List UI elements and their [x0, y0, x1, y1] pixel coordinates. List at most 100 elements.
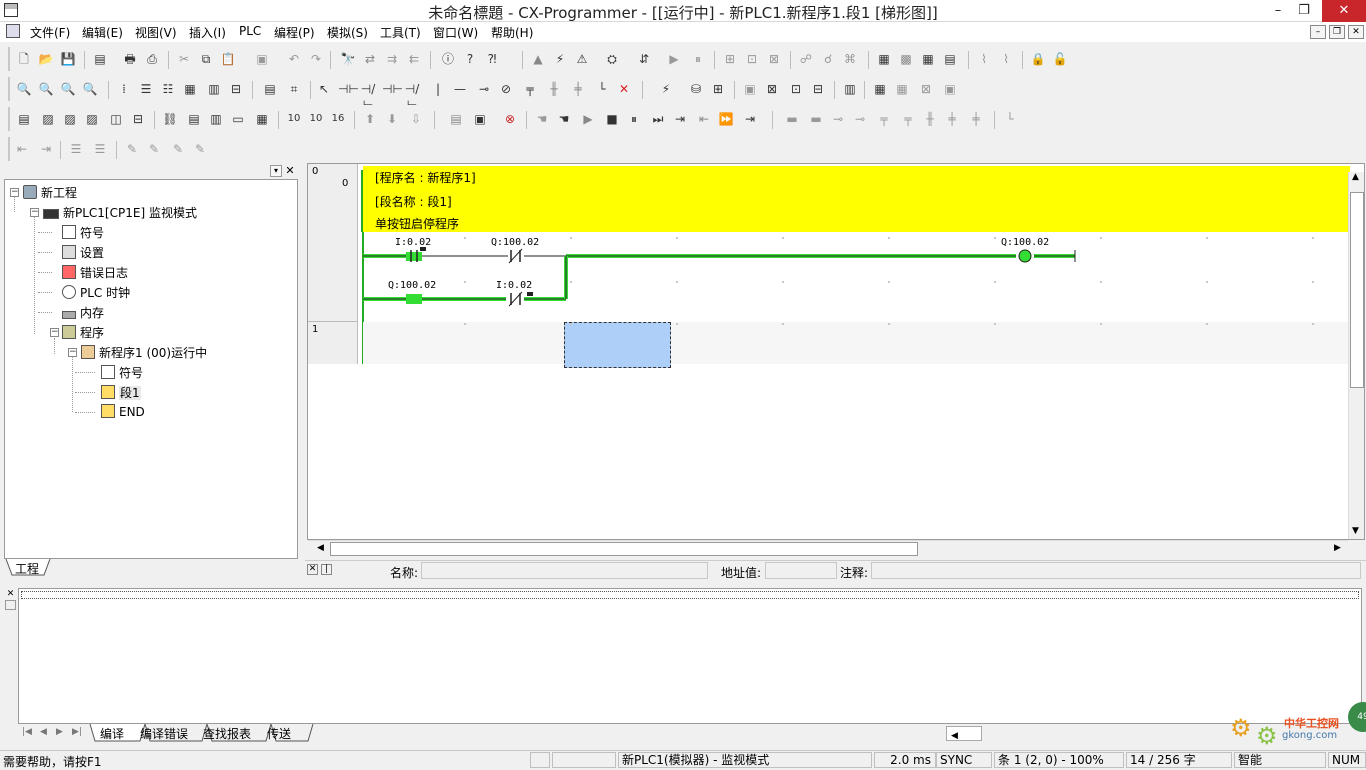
tab-last-icon[interactable]: ▶|	[72, 727, 82, 737]
mem-clear-icon[interactable]: ▣	[942, 81, 958, 97]
unlock-icon[interactable]: 🔓	[1052, 51, 1068, 67]
sim-run-icon[interactable]: ▶	[580, 111, 596, 127]
ladder-view-icon[interactable]: ⛓	[162, 111, 178, 127]
force-off-icon[interactable]: ☌	[820, 51, 836, 67]
tab-find-report[interactable]: 查找报表	[203, 725, 251, 742]
info-icon[interactable]: ⓘ	[440, 51, 456, 67]
ladder-empty-area[interactable]	[358, 364, 1364, 539]
sim-break-icon[interactable]: ⊗	[502, 111, 518, 127]
sim-step-icon[interactable]: ⏭	[650, 111, 666, 127]
tab-compile[interactable]: 编译	[100, 725, 124, 742]
tab-project[interactable]: 工程	[15, 560, 39, 577]
mdi-close-button[interactable]: ✕	[1348, 25, 1364, 39]
mem-view-icon[interactable]: ▦	[872, 81, 888, 97]
tree-programs[interactable]: 程序	[62, 324, 104, 341]
table-view-icon[interactable]: ▦	[254, 111, 270, 127]
sim-scan-icon[interactable]: ⇥	[742, 111, 758, 127]
sim-continuous-icon[interactable]: ⏩	[718, 111, 734, 127]
io-sim-icon[interactable]: ⊸	[830, 111, 846, 127]
line-delete-icon[interactable]: ✕	[616, 81, 632, 97]
sim-pointer-icon[interactable]: ☚	[534, 111, 550, 127]
select-mode-icon[interactable]: ↖	[316, 81, 332, 97]
tree-sub-end[interactable]: END	[101, 404, 145, 419]
panel-dropdown-icon[interactable]: ▾	[270, 165, 282, 177]
plc-setting-icon[interactable]: ▦	[920, 51, 936, 67]
compare-icon[interactable]: ⊞	[722, 51, 738, 67]
save-icon[interactable]: 💾	[60, 51, 76, 67]
menu-tools[interactable]: 工具(T)	[380, 24, 421, 41]
cancel-edits-icon[interactable]: ▣	[742, 81, 758, 97]
output-pin-icon[interactable]	[5, 600, 16, 610]
replace-icon[interactable]: ⇄	[362, 51, 378, 67]
menu-help[interactable]: 帮助(H)	[491, 24, 533, 41]
tree-sub-section1[interactable]: 段1	[101, 384, 141, 401]
symbol-window-icon[interactable]: ⊟	[130, 111, 146, 127]
zoom-out-icon[interactable]: 🔍	[82, 81, 98, 97]
tree-item-error-log[interactable]: 错误日志	[62, 264, 128, 281]
find-next-icon[interactable]: ⇉	[384, 51, 400, 67]
open-folder-icon[interactable]: 📂	[38, 51, 54, 67]
tree-expander-programs[interactable]: −	[50, 328, 59, 337]
sim-connect-icon[interactable]: ▣	[472, 111, 488, 127]
scroll-right-icon[interactable]: ▶	[1334, 543, 1341, 553]
project-window-icon[interactable]: ▤	[16, 111, 32, 127]
compile-icon[interactable]: ⛭	[604, 51, 620, 67]
output-window-icon[interactable]: ▨	[40, 111, 56, 127]
menu-insert[interactable]: 插入(I)	[189, 24, 226, 41]
st-view-icon[interactable]: ▥	[208, 111, 224, 127]
tree-sub-symbols[interactable]: 符号	[101, 364, 143, 381]
vertical-scrollbar[interactable]: ▲ ▼	[1348, 172, 1364, 539]
upload-icon[interactable]: ⊡	[744, 51, 760, 67]
pt-coil-icon[interactable]: ╪	[570, 81, 586, 97]
uncomment-block-icon[interactable]: ☰	[92, 141, 108, 157]
work-online-icon[interactable]: ⚡	[552, 51, 568, 67]
comment-field[interactable]	[871, 562, 1361, 579]
contact-no-icon[interactable]: ⊣⊢	[338, 81, 359, 97]
trace-icon[interactable]: ⌇	[976, 51, 992, 67]
menu-window[interactable]: 窗口(W)	[433, 24, 478, 41]
output-close-icon[interactable]: ✕	[5, 589, 16, 599]
tree-item-memory[interactable]: 内存	[62, 304, 104, 321]
data-trace-icon[interactable]: ⌇	[998, 51, 1014, 67]
set-value-icon[interactable]: ⊠	[764, 81, 780, 97]
list-icon[interactable]: ☷	[160, 81, 176, 97]
contact-or-nc-icon[interactable]: ⊣/⊢	[404, 81, 420, 112]
indent-right-icon[interactable]: ⇥	[38, 141, 54, 157]
io-branch-icon[interactable]: ╤	[876, 111, 892, 127]
set-off-icon[interactable]: ⊟	[810, 81, 826, 97]
edit-rungs-icon[interactable]: ⛁	[688, 81, 704, 97]
indent-left-icon[interactable]: ⇤	[14, 141, 30, 157]
preview-icon[interactable]: ▤	[92, 51, 108, 67]
step-into-icon[interactable]: ⬇	[384, 111, 400, 127]
tree-expander-program1[interactable]: −	[68, 348, 77, 357]
print-preview-icon[interactable]: ⎙	[144, 51, 160, 67]
new-file-icon[interactable]: 🗋	[16, 51, 32, 67]
tab-next-icon[interactable]: ▶	[56, 727, 63, 737]
tree-item-settings[interactable]: 设置	[62, 244, 104, 261]
copy-icon[interactable]: ⧉	[198, 51, 214, 67]
restore-button[interactable]: ❐	[1288, 0, 1320, 22]
comment-block-icon[interactable]: ☰	[68, 141, 84, 157]
instruction-icon[interactable]: ╤	[522, 81, 538, 97]
bookmark-next-icon[interactable]: ✎	[146, 141, 162, 157]
address-window-icon[interactable]: ▨	[84, 111, 100, 127]
horizontal-line-icon[interactable]: —	[452, 81, 468, 97]
zoom-small-icon[interactable]: 🔍	[16, 81, 32, 97]
tree-program1[interactable]: 新程序1 (00)运行中	[81, 344, 207, 361]
menu-program[interactable]: 编程(P)	[274, 24, 315, 41]
address-field[interactable]	[765, 562, 837, 579]
io-return-icon[interactable]: └	[1002, 111, 1018, 127]
tab-first-icon[interactable]: |◀	[22, 727, 32, 737]
menu-simulate[interactable]: 模拟(S)	[327, 24, 368, 41]
mem-trace-icon[interactable]: ▦	[894, 81, 910, 97]
redo-icon[interactable]: ↷	[308, 51, 324, 67]
scroll-up-icon[interactable]: ▲	[1352, 172, 1359, 182]
plc-mem-icon[interactable]: ▩	[898, 51, 914, 67]
cut-icon[interactable]: ✂	[176, 51, 192, 67]
contact-or-icon[interactable]: ⊣⊢	[382, 81, 403, 97]
context-help-icon[interactable]: ⁈	[484, 51, 500, 67]
mem-compare-icon[interactable]: ⊠	[918, 81, 934, 97]
step-over-icon[interactable]: ⇩	[408, 111, 424, 127]
properties-window-icon[interactable]: ◫	[108, 111, 124, 127]
scroll-down-icon[interactable]: ▼	[1352, 526, 1359, 536]
